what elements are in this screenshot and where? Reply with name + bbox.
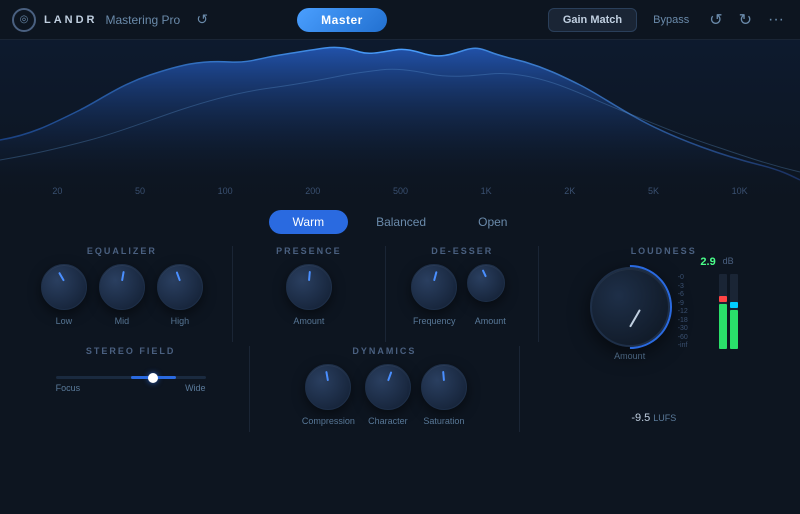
dynamics-knobs: Compression Character Saturation (302, 364, 467, 426)
stereo-label: STEREO FIELD (86, 346, 176, 356)
character-label: Character (368, 416, 408, 426)
presence-amount-label: Amount (293, 316, 324, 326)
presence-section: PRESENCE Amount (237, 246, 381, 342)
logo-text: LANDR (44, 14, 98, 26)
freq-label: 2K (564, 186, 575, 196)
tab-open[interactable]: Open (454, 210, 531, 234)
deesser-frequency-knob[interactable] (411, 264, 457, 310)
undo-button[interactable]: ↺ (705, 8, 726, 32)
presence-amount-knob-group: Amount (286, 264, 332, 326)
eq-high-knob-group: High (157, 264, 203, 326)
deesser-label: DE-ESSER (431, 246, 493, 256)
frequency-labels: 20 50 100 200 500 1K 2K 5K 10K (0, 186, 800, 196)
stereo-track (56, 376, 206, 379)
history-icon[interactable]: ↺ (188, 6, 216, 34)
presence-amount-knob[interactable] (286, 264, 332, 310)
freq-label: 50 (135, 186, 145, 196)
freq-label: 1K (481, 186, 492, 196)
stereo-thumb[interactable] (148, 373, 158, 383)
meter-db-unit: dB (723, 256, 734, 266)
deesser-section: DE-ESSER Frequency Amount (390, 246, 534, 342)
logo-icon: ◎ (12, 8, 36, 32)
saturation-knob[interactable] (421, 364, 467, 410)
deesser-knobs: Frequency Amount (411, 264, 513, 326)
stereo-wide-label: Wide (185, 383, 206, 393)
character-knob-group: Character (365, 364, 411, 426)
style-tabs: Warm Balanced Open (0, 200, 800, 242)
loudness-section: LOUDNESS Amount 2.9 dB (543, 246, 784, 342)
eq-mid-label: Mid (115, 316, 130, 326)
loudness-amount-label: Amount (614, 351, 645, 361)
freq-label: 100 (218, 186, 233, 196)
redo-button[interactable]: ↻ (735, 8, 756, 32)
controls-upper: EQUALIZER Low Mid (0, 242, 800, 342)
meter-scale: -0 -3 -6 -9 -12 -18 -30 -60 -inf (678, 274, 688, 349)
freq-label: 200 (305, 186, 320, 196)
stereo-slider[interactable]: Focus Wide (56, 376, 206, 393)
eq-low-label: Low (56, 316, 73, 326)
deesser-frequency-label: Frequency (413, 316, 456, 326)
stereo-focus-label: Focus (56, 383, 81, 393)
freq-label: 10K (732, 186, 748, 196)
deesser-amount-label: Amount (475, 316, 506, 326)
eq-low-knob-group: Low (41, 264, 87, 326)
loudness-amount-knob[interactable] (590, 267, 670, 347)
stereo-labels: Focus Wide (56, 383, 206, 393)
presence-knobs: Amount (286, 264, 332, 326)
tab-balanced[interactable]: Balanced (352, 210, 450, 234)
eq-low-knob[interactable] (41, 264, 87, 310)
eq-mid-knob-group: Mid (99, 264, 145, 326)
character-knob[interactable] (365, 364, 411, 410)
lufs-value: -9.5 (631, 412, 650, 424)
equalizer-knobs: Low Mid High (41, 264, 203, 326)
deesser-freq-knob-group: Frequency (411, 264, 457, 326)
freq-label: 20 (52, 186, 62, 196)
equalizer-label: EQUALIZER (87, 246, 157, 256)
bypass-button[interactable]: Bypass (645, 9, 697, 31)
freq-label: 500 (393, 186, 408, 196)
tab-warm[interactable]: Warm (269, 210, 349, 234)
compression-knob-group: Compression (302, 364, 355, 426)
gain-match-button[interactable]: Gain Match (548, 8, 637, 32)
deesser-amount-knob[interactable] (467, 264, 513, 310)
spectrum-display: 20 50 100 200 500 1K 2K 5K 10K (0, 40, 800, 200)
compression-label: Compression (302, 416, 355, 426)
dynamics-label: DYNAMICS (352, 346, 416, 356)
eq-high-label: High (171, 316, 190, 326)
saturation-label: Saturation (423, 416, 464, 426)
meter-db-value: 2.9 (700, 256, 715, 268)
level-meter (719, 274, 738, 349)
master-button[interactable]: Master (297, 8, 387, 32)
equalizer-section: EQUALIZER Low Mid (16, 246, 228, 342)
compression-knob[interactable] (305, 364, 351, 410)
dynamics-section: DYNAMICS Compression Character (254, 346, 514, 432)
more-options-button[interactable]: ··· (764, 9, 788, 31)
eq-high-knob[interactable] (157, 264, 203, 310)
lufs-display: -9.5 LUFS (631, 412, 676, 424)
eq-mid-knob[interactable] (99, 264, 145, 310)
presence-label: PRESENCE (276, 246, 342, 256)
header: ◎ LANDR Mastering Pro ↺ Master Gain Matc… (0, 0, 800, 40)
saturation-knob-group: Saturation (421, 364, 467, 426)
deesser-amount-knob-group: Amount (467, 264, 513, 326)
stereo-section: STEREO FIELD Focus Wide (16, 346, 245, 432)
app-name: Mastering Pro (106, 13, 181, 27)
lufs-unit: LUFS (653, 413, 676, 423)
freq-label: 5K (648, 186, 659, 196)
loudness-label: LOUDNESS (631, 246, 697, 256)
